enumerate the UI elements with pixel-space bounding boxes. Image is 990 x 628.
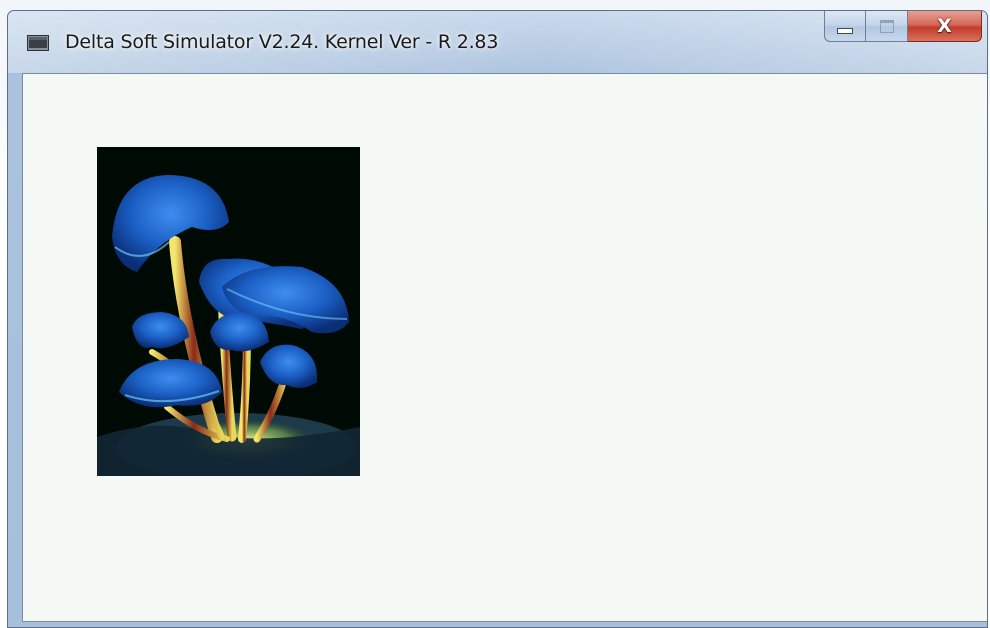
title-bar[interactable]: Delta Soft Simulator V2.24. Kernel Ver -… (8, 11, 987, 73)
glowing-mushrooms-image (97, 147, 360, 476)
app-window-icon (27, 35, 49, 51)
maximize-button[interactable] (866, 11, 908, 42)
minimize-button[interactable] (824, 11, 866, 42)
caption-buttons: X (824, 11, 982, 43)
maximize-icon (879, 19, 894, 33)
minimize-icon (837, 27, 853, 34)
application-window: Delta Soft Simulator V2.24. Kernel Ver -… (7, 10, 988, 628)
close-button[interactable]: X (908, 11, 982, 42)
window-title: Delta Soft Simulator V2.24. Kernel Ver -… (65, 31, 499, 53)
client-area (22, 73, 987, 622)
close-icon: X (937, 14, 952, 37)
